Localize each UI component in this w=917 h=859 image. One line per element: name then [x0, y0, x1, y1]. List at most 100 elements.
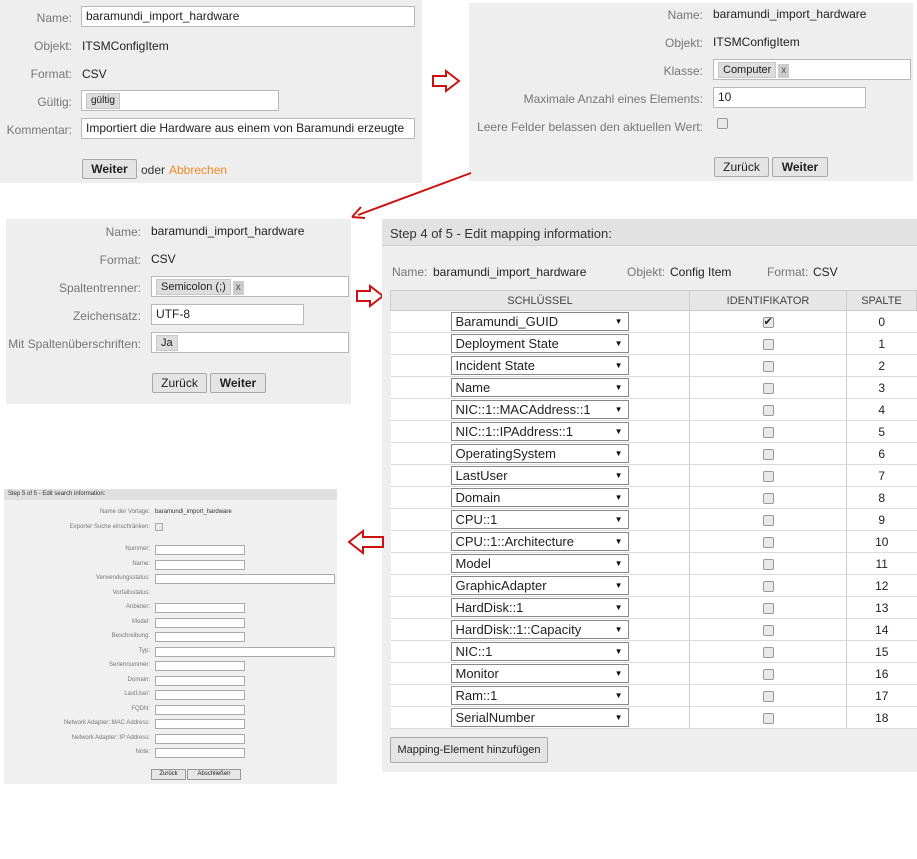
step5-zurueck-button[interactable]: Zurück: [151, 769, 186, 780]
step3-trenner-remove-icon[interactable]: x: [232, 281, 244, 295]
identifikator-checkbox[interactable]: [762, 624, 774, 636]
step5-abschliessen-button[interactable]: Abschließen: [187, 769, 241, 780]
schluessel-select[interactable]: SerialNumber ▼: [450, 708, 629, 727]
schluessel-select-value: CPU::1: [455, 512, 498, 527]
step5-field-input[interactable]: [155, 545, 245, 555]
spalte-value: 12: [846, 574, 917, 597]
schluessel-select[interactable]: HardDisk::1::Capacity ▼: [450, 620, 629, 639]
table-row: Domain ▼ 8: [390, 486, 917, 509]
step1-abbrechen-link[interactable]: Abbrechen: [169, 163, 227, 177]
schluessel-select[interactable]: Deployment State ▼: [450, 334, 629, 353]
table-row: Incident State ▼ 2: [390, 354, 917, 377]
step5-field-label: Beschreibung:: [111, 633, 150, 639]
schluessel-select[interactable]: Domain ▼: [450, 488, 629, 507]
spalte-value: 17: [846, 684, 917, 707]
schluessel-select[interactable]: CPU::1::Architecture ▼: [450, 532, 629, 551]
schluessel-select[interactable]: NIC::1 ▼: [450, 642, 629, 661]
step1-weiter-button[interactable]: Weiter: [82, 159, 137, 179]
chevron-down-icon: ▼: [614, 317, 623, 326]
step3-ueberschriften-select[interactable]: Ja: [151, 332, 349, 353]
identifikator-cell: [689, 310, 847, 333]
identifikator-checkbox[interactable]: [762, 646, 774, 658]
identifikator-checkbox[interactable]: [762, 690, 774, 702]
step5-field-input[interactable]: [155, 733, 245, 744]
column-header-spalte[interactable]: SPALTE: [846, 290, 917, 311]
add-mapping-element-button[interactable]: Mapping-Element hinzufügen: [390, 737, 548, 763]
step2-klasse-remove-icon[interactable]: x: [778, 64, 790, 78]
schluessel-select-value: NIC::1: [455, 644, 493, 659]
schluessel-select[interactable]: HardDisk::1 ▼: [450, 598, 629, 617]
step1-gueltig-select[interactable]: gültig: [81, 90, 279, 111]
identifikator-checkbox[interactable]: [762, 426, 774, 438]
identifikator-checkbox[interactable]: [762, 360, 774, 372]
identifikator-checkbox[interactable]: [762, 514, 774, 526]
schluessel-select[interactable]: Model ▼: [450, 554, 629, 573]
step5-field-input[interactable]: [155, 632, 245, 642]
identifikator-cell: [689, 640, 847, 663]
identifikator-cell: [689, 552, 847, 575]
step5-field-input[interactable]: [155, 661, 245, 671]
table-row: GraphicAdapter ▼ 12: [390, 574, 917, 597]
step2-klasse-select[interactable]: Computer x: [713, 59, 911, 80]
step5-field-input[interactable]: [155, 719, 245, 729]
identifikator-checkbox[interactable]: [762, 668, 774, 680]
step2-leere-label: Leere Felder belassen den aktuellen Wert…: [477, 120, 703, 134]
step5-field-input[interactable]: [155, 690, 245, 700]
step5-field-input[interactable]: [155, 588, 335, 599]
step1-name-input[interactable]: baramundi_import_hardware: [81, 6, 415, 27]
step3-zeichensatz-input[interactable]: UTF-8: [151, 304, 304, 325]
schluessel-select[interactable]: Monitor ▼: [450, 664, 629, 683]
identifikator-checkbox[interactable]: [762, 536, 774, 548]
schluessel-select[interactable]: OperatingSystem ▼: [450, 444, 629, 463]
identifikator-checkbox[interactable]: [762, 315, 774, 328]
schluessel-select[interactable]: Ram::1 ▼: [450, 686, 629, 705]
step2-zurueck-button[interactable]: Zurück: [714, 157, 769, 177]
schluessel-cell: OperatingSystem ▼: [390, 442, 690, 465]
step5-field-input[interactable]: [155, 646, 335, 657]
step3-weiter-button[interactable]: Weiter: [210, 373, 266, 393]
identifikator-checkbox[interactable]: [762, 492, 774, 504]
schluessel-select[interactable]: LastUser ▼: [450, 466, 629, 485]
column-header-identifikator[interactable]: IDENTIFIKATOR: [689, 290, 847, 311]
step2-leere-checkbox[interactable]: [717, 118, 728, 129]
step2-klasse-tag: Computer: [718, 62, 777, 78]
table-row: CPU::1 ▼ 9: [390, 508, 917, 531]
schluessel-select[interactable]: NIC::1::MACAddress::1 ▼: [450, 400, 629, 419]
chevron-down-icon: ▼: [614, 339, 623, 348]
schluessel-select[interactable]: Baramundi_GUID ▼: [450, 312, 629, 331]
step5-field-input[interactable]: [155, 559, 245, 570]
step5-field-input[interactable]: [155, 574, 335, 584]
schluessel-select[interactable]: NIC::1::IPAddress::1 ▼: [450, 422, 629, 441]
schluessel-select-value: OperatingSystem: [455, 446, 556, 461]
step5-field-input[interactable]: [155, 748, 245, 758]
step2-max-input[interactable]: 10: [713, 87, 866, 108]
step5-field-input[interactable]: [155, 675, 245, 686]
step5-exporter-checkbox[interactable]: [155, 523, 163, 531]
identifikator-checkbox[interactable]: [762, 404, 774, 416]
step3-zurueck-button[interactable]: Zurück: [152, 373, 207, 393]
step2-weiter-button[interactable]: Weiter: [772, 157, 828, 177]
schluessel-select[interactable]: GraphicAdapter ▼: [450, 576, 629, 595]
step5-field-label: FQDN:: [131, 705, 150, 712]
column-header-schluessel[interactable]: SCHLÜSSEL: [390, 290, 690, 311]
step5-field-input[interactable]: [155, 704, 245, 715]
schluessel-select[interactable]: Name ▼: [450, 378, 629, 397]
step4-name-label: Name:: [392, 265, 428, 279]
schluessel-select[interactable]: Incident State ▼: [450, 356, 629, 375]
identifikator-checkbox[interactable]: [762, 448, 774, 460]
identifikator-checkbox[interactable]: [762, 712, 774, 724]
step5-field-input[interactable]: [155, 603, 245, 613]
identifikator-checkbox[interactable]: [762, 602, 774, 614]
schluessel-select[interactable]: CPU::1 ▼: [450, 510, 629, 529]
identifikator-checkbox[interactable]: [762, 382, 774, 394]
spalte-value: 0: [846, 310, 917, 333]
identifikator-checkbox[interactable]: [762, 470, 774, 482]
identifikator-checkbox[interactable]: [762, 338, 774, 350]
identifikator-cell: [689, 508, 847, 531]
identifikator-checkbox[interactable]: [762, 558, 774, 570]
step5-field-input[interactable]: [155, 617, 245, 628]
identifikator-checkbox[interactable]: [762, 580, 774, 592]
step1-kommentar-input[interactable]: Importiert die Hardware aus einem von Ba…: [81, 118, 415, 139]
step3-trenner-select[interactable]: Semicolon (;) x: [151, 276, 349, 297]
table-row: NIC::1::IPAddress::1 ▼ 5: [390, 420, 917, 443]
